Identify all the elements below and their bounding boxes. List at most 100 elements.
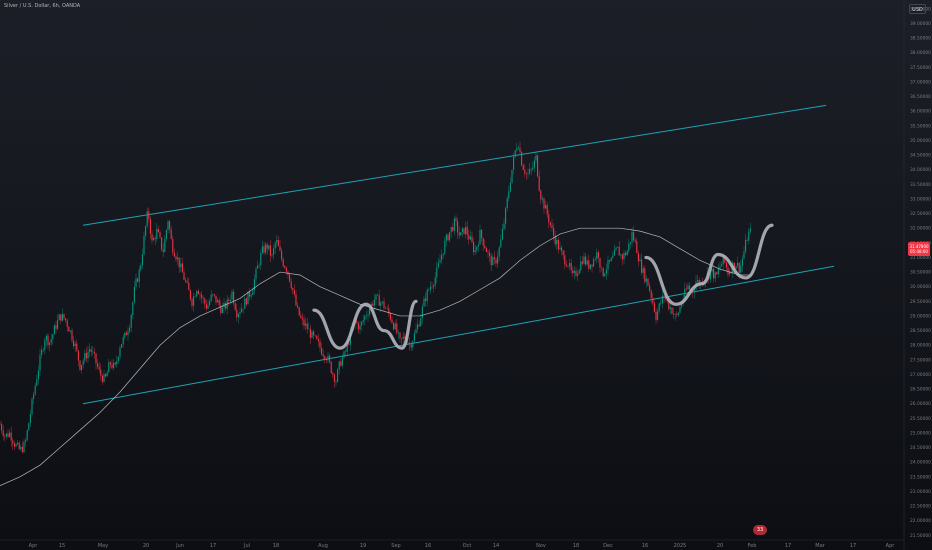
candle-body-43 [68,326,70,332]
candle-body-39 [61,313,63,321]
candle-body-261 [417,324,419,330]
y-tick-label-18: 30.50000 [910,270,931,276]
candle-body-282 [450,227,452,232]
candle-body-70 [111,364,113,368]
y-tick-label-26: 34.50000 [910,153,931,159]
candle-body-413 [660,303,662,304]
candle-body-90 [143,235,145,255]
candle-body-103 [164,238,166,252]
candle-body-106 [169,221,171,230]
candle-body-455 [727,267,729,275]
candle-body-62 [98,366,100,370]
candle-body-66 [105,374,107,377]
candle-body-405 [647,278,649,286]
candle-body-185 [295,294,297,306]
y-tick-label-28: 35.50000 [910,123,931,129]
candle-body-136 [217,300,219,303]
candle-body-145 [231,291,233,300]
candle-body-323 [516,148,518,151]
candle-body-88 [140,265,142,270]
candle-body-26 [41,349,43,356]
y-tick-label-33: 38.00000 [910,50,931,56]
candle-body-355 [567,266,569,267]
candle-body-111 [177,257,179,260]
candle-body-215 [343,351,345,358]
candle-body-372 [594,259,596,260]
candle-body-81 [129,327,131,332]
candle-body-373 [596,252,598,260]
candle-body-249 [397,332,399,334]
x-tick-label-9: Aug [318,543,328,549]
candle-body-143 [228,299,230,301]
candle-body-468 [748,231,750,241]
candle-body-399 [637,253,639,262]
candle-body-384 [613,249,615,256]
candle-body-206 [329,355,331,362]
candle-body-307 [490,256,492,266]
candle-body-135 [215,295,217,303]
candle-body-446 [713,268,715,279]
candle-body-68 [108,362,110,373]
candle-body-113 [180,263,182,268]
candle-body-178 [284,266,286,268]
candle-body-395 [631,232,633,243]
candle-body-51 [81,364,83,370]
candle-body-56 [89,349,91,352]
candle-body-352 [562,251,564,256]
y-tick-label-14: 28.50000 [910,328,931,334]
candle-body-100 [159,232,161,238]
candle-body-338 [540,190,542,200]
price-chart[interactable]: 21.50000 22.00000 22.50000 23.00000 23.50000… [0,0,932,550]
candle-body-256 [409,343,411,345]
candle-body-18 [28,422,30,431]
candle-body-415 [663,295,665,297]
x-tick-label-18: 16 [642,543,648,549]
candle-body-69 [109,362,111,365]
candle-body-141 [225,302,227,309]
candle-body-236 [377,294,379,296]
candle-body-133 [212,294,214,295]
candle-body-84 [133,286,135,303]
candle-body-17 [26,430,28,441]
candle-body-79 [125,332,127,336]
candle-body-169 [269,245,271,256]
candle-body-80 [127,331,129,336]
x-tick-label-23: Mar [815,543,825,549]
candle-body-301 [481,229,483,239]
candle-body-294 [469,236,471,240]
y-tick-label-2: 22.50000 [910,504,931,510]
candle-body-162 [258,265,260,266]
y-tick-label-34: 38.50000 [910,36,931,42]
candle-body-230 [367,314,369,316]
candle-body-83 [132,302,134,315]
y-tick-label-12: 27.50000 [910,357,931,363]
candle-body-357 [570,263,572,271]
candle-body-287 [458,232,460,236]
candle-body-153 [244,298,246,309]
candle-body-20 [31,399,33,414]
candle-body-193 [308,328,310,330]
last-price-countdown: 05:48:00 [910,249,928,254]
events-badge[interactable]: 33 [753,525,767,535]
x-tick-label-3: May [98,543,108,549]
candle-body-121 [193,296,195,306]
candle-body-386 [617,246,619,248]
x-tick-label-5: Jun [175,543,184,549]
candle-body-2 [2,430,4,437]
candle-body-92 [146,211,148,227]
candle-body-23 [36,379,38,386]
candle-body-317 [506,198,508,209]
chart-background [0,0,932,550]
chart-title[interactable]: Silver / U.S. Dollar, 6h, OANDA [4,3,80,9]
currency-badge[interactable]: USD [909,4,926,14]
candle-body-238 [380,302,382,306]
candle-body-391 [625,252,627,256]
candle-body-361 [577,273,579,276]
candle-body-117 [186,281,188,283]
candle-body-326 [521,151,523,166]
candle-body-304 [485,247,487,252]
y-tick-label-11: 27.00000 [910,372,931,378]
candle-body-464 [741,258,743,266]
candle-body-126 [201,294,203,298]
candle-body-147 [234,303,236,310]
